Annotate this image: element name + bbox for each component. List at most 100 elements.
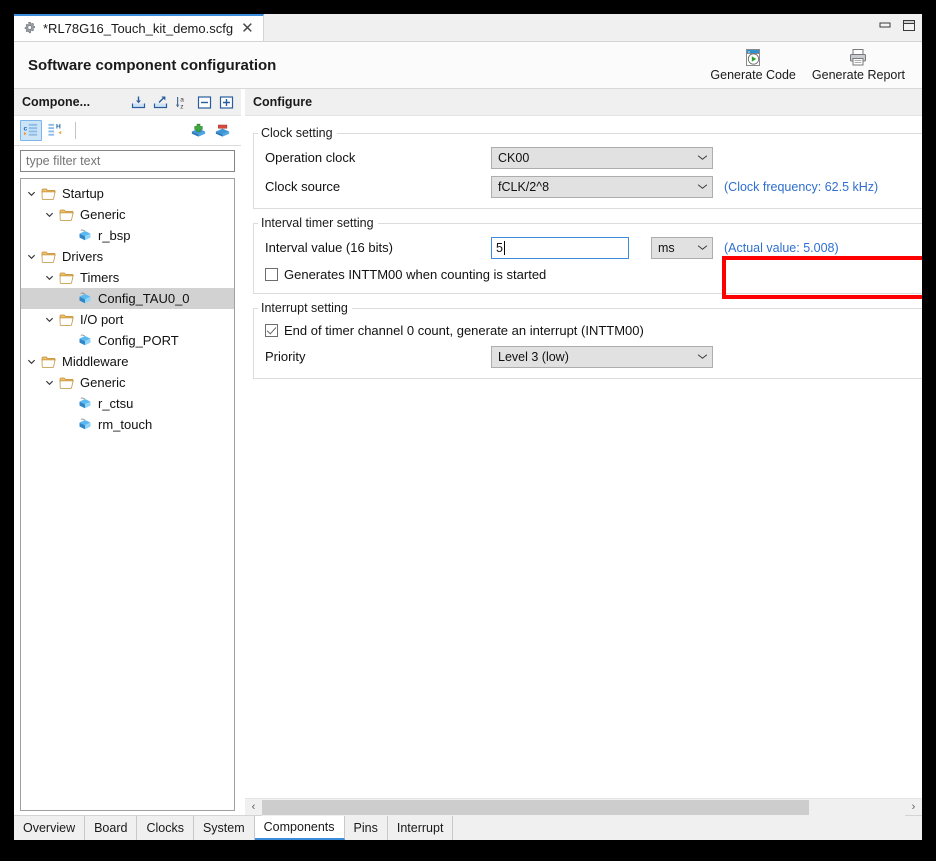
generate-report-button[interactable]: Generate Report bbox=[805, 47, 912, 82]
bottom-tab-board[interactable]: Board bbox=[85, 816, 138, 840]
components-panel-header: Compone... a z bbox=[14, 89, 241, 116]
bottom-tab-filler bbox=[453, 816, 922, 840]
interval-unit-value: ms bbox=[658, 240, 675, 255]
tree-item-startup[interactable]: Startup bbox=[21, 183, 234, 204]
chevron-down-icon[interactable] bbox=[42, 273, 57, 282]
scroll-right-icon[interactable]: › bbox=[905, 798, 922, 816]
tree-item-middleware[interactable]: Middleware bbox=[21, 351, 234, 372]
interval-value-label: Interval value (16 bits) bbox=[265, 240, 393, 255]
components-toolbar: c H bbox=[14, 116, 241, 146]
editor-window: *RL78G16_Touch_kit_demo.scfg ✕ Software … bbox=[14, 14, 922, 840]
sort-az-icon[interactable]: a z bbox=[174, 94, 191, 111]
tree-item-label: Startup bbox=[62, 186, 104, 201]
chevron-down-icon[interactable] bbox=[24, 252, 39, 261]
export-icon[interactable] bbox=[152, 94, 169, 111]
bottom-tab-clocks[interactable]: Clocks bbox=[137, 816, 194, 840]
hardware-view-icon[interactable]: c bbox=[20, 120, 42, 141]
collapse-all-icon[interactable] bbox=[196, 94, 213, 111]
chevron-down-icon[interactable] bbox=[42, 210, 57, 219]
tree-item-r-ctsu[interactable]: r_ctsu bbox=[21, 393, 234, 414]
svg-text:H: H bbox=[55, 124, 60, 131]
tree-item-label: Config_TAU0_0 bbox=[98, 291, 190, 306]
priority-select[interactable]: Level 3 (low) bbox=[491, 345, 713, 368]
software-view-icon[interactable]: H bbox=[44, 120, 66, 141]
components-panel: Compone... a z c H type filter text Star… bbox=[14, 89, 241, 815]
tree-item-generic[interactable]: Generic bbox=[21, 372, 234, 393]
maximize-icon[interactable] bbox=[902, 19, 916, 32]
configure-content: Clock setting Operation clock CK00 Clock… bbox=[245, 116, 922, 798]
tree-item-label: Generic bbox=[80, 207, 126, 222]
tree-item-config-port[interactable]: Config_PORT bbox=[21, 330, 234, 351]
bottom-tab-label: Components bbox=[263, 820, 335, 834]
bottom-tab-interrupt[interactable]: Interrupt bbox=[387, 816, 454, 840]
end-of-timer-row[interactable]: End of timer channel 0 count, generate a… bbox=[254, 318, 922, 342]
svg-text:c: c bbox=[748, 49, 750, 54]
folder-icon bbox=[57, 313, 77, 327]
tree-item-timers[interactable]: Timers bbox=[21, 267, 234, 288]
configure-panel-header: Configure bbox=[245, 89, 922, 116]
add-component-icon[interactable] bbox=[187, 120, 209, 141]
operation-clock-select[interactable]: CK00 bbox=[491, 146, 713, 169]
component-icon bbox=[75, 397, 95, 411]
editor-tab-scfg[interactable]: *RL78G16_Touch_kit_demo.scfg ✕ bbox=[14, 14, 264, 41]
close-icon[interactable]: ✕ bbox=[239, 21, 256, 36]
expand-all-icon[interactable] bbox=[218, 94, 235, 111]
scrollbar-track[interactable] bbox=[262, 798, 905, 816]
bottom-tab-pins[interactable]: Pins bbox=[344, 816, 388, 840]
interval-unit-select[interactable]: ms bbox=[651, 236, 713, 259]
chevron-down-icon[interactable] bbox=[42, 378, 57, 387]
configure-horizontal-scrollbar[interactable]: ‹ › bbox=[245, 798, 922, 816]
components-tree[interactable]: Startup Generic r_bsp Drivers Timers Config_T… bbox=[20, 178, 235, 811]
tree-item-label: Generic bbox=[80, 375, 126, 390]
tree-item-i-o-port[interactable]: I/O port bbox=[21, 309, 234, 330]
bottom-tab-components[interactable]: Components bbox=[254, 816, 345, 840]
component-icon bbox=[75, 292, 95, 306]
clock-setting-group: Clock setting Operation clock CK00 Clock… bbox=[253, 126, 922, 209]
minimize-icon[interactable] bbox=[878, 19, 892, 32]
remove-component-icon[interactable] bbox=[211, 120, 233, 141]
components-panel-title: Compone... bbox=[22, 95, 91, 109]
import-icon[interactable] bbox=[130, 94, 147, 111]
tree-item-rm-touch[interactable]: rm_touch bbox=[21, 414, 234, 435]
tree-item-r-bsp[interactable]: r_bsp bbox=[21, 225, 234, 246]
configure-panel-title: Configure bbox=[253, 95, 313, 109]
chevron-down-icon bbox=[692, 154, 712, 161]
tree-item-label: Middleware bbox=[62, 354, 129, 369]
tree-item-label: r_bsp bbox=[98, 228, 131, 243]
tree-item-label: r_ctsu bbox=[98, 396, 134, 411]
clock-setting-legend: Clock setting bbox=[261, 126, 333, 140]
interrupt-setting-group: Interrupt setting End of timer channel 0… bbox=[253, 301, 922, 379]
bottom-tab-label: Clocks bbox=[146, 821, 184, 835]
svg-text:c: c bbox=[23, 126, 27, 133]
chevron-down-icon[interactable] bbox=[24, 357, 39, 366]
chevron-down-icon[interactable] bbox=[24, 189, 39, 198]
priority-row: Priority Level 3 (low) bbox=[254, 342, 922, 371]
generates-inttm00-row[interactable]: Generates INTTM00 when counting is start… bbox=[254, 262, 922, 286]
scrollbar-thumb[interactable] bbox=[262, 799, 809, 815]
filter-input[interactable] bbox=[20, 150, 235, 172]
bottom-tab-overview[interactable]: Overview bbox=[14, 816, 86, 840]
scroll-left-icon[interactable]: ‹ bbox=[245, 798, 262, 816]
chevron-down-icon[interactable] bbox=[42, 315, 57, 324]
tree-item-generic[interactable]: Generic bbox=[21, 204, 234, 225]
tree-item-config-tau0-0[interactable]: Config_TAU0_0 bbox=[21, 288, 234, 309]
tree-item-label: Config_PORT bbox=[98, 333, 179, 348]
clock-source-select[interactable]: fCLK/2^8 bbox=[491, 175, 713, 198]
interval-value-text: 5 bbox=[496, 240, 503, 255]
bottom-tab-label: Interrupt bbox=[396, 821, 444, 835]
filter-container bbox=[14, 146, 241, 176]
end-of-timer-checkbox[interactable] bbox=[265, 323, 278, 337]
page-header: Software component configuration c Gener… bbox=[14, 42, 922, 89]
end-of-timer-label: End of timer channel 0 count, generate a… bbox=[284, 322, 644, 338]
tree-item-label: Timers bbox=[80, 270, 120, 285]
window-controls bbox=[878, 19, 916, 32]
interval-value-input[interactable]: 5 bbox=[491, 236, 629, 259]
tab-bar-filler bbox=[263, 14, 922, 41]
generate-code-button[interactable]: c Generate Code bbox=[703, 47, 802, 82]
bottom-tab-system[interactable]: System bbox=[193, 816, 255, 840]
bottom-tab-bar: Overview Board Clocks System Components Pins I… bbox=[14, 815, 922, 840]
gear-icon bbox=[22, 21, 37, 36]
generates-inttm00-checkbox[interactable] bbox=[265, 267, 278, 281]
tree-item-drivers[interactable]: Drivers bbox=[21, 246, 234, 267]
clock-source-label: Clock source bbox=[265, 179, 341, 194]
